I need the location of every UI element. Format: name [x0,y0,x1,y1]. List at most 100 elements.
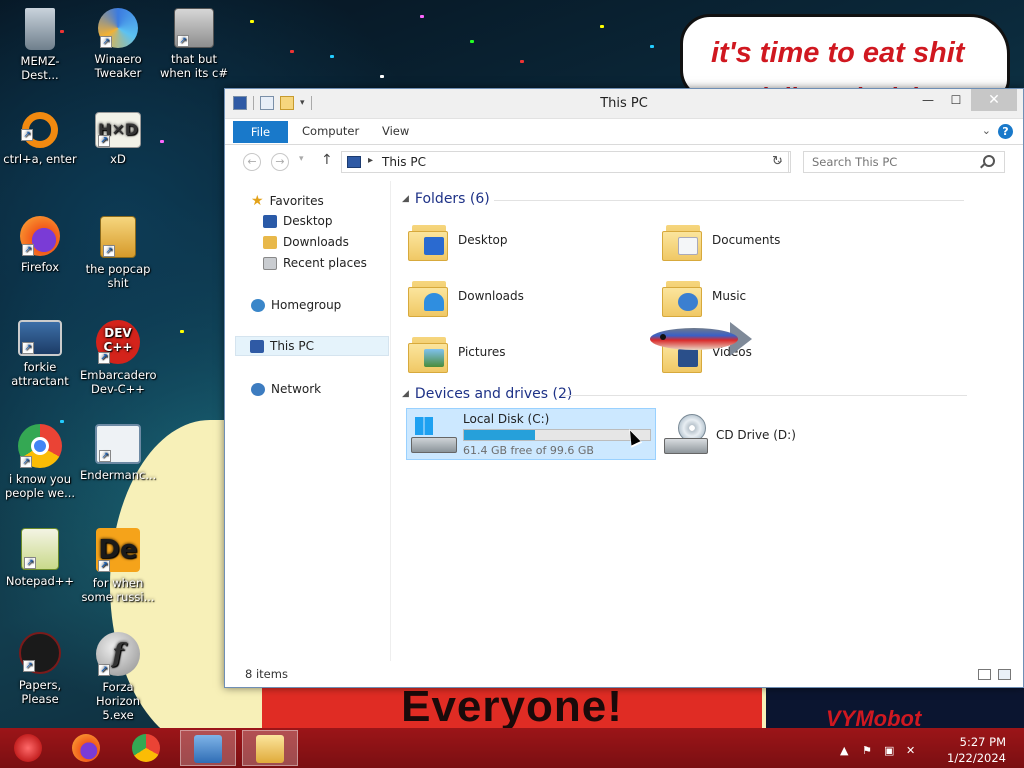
shortcut-arrow-icon: ↗ [98,135,110,147]
confetti [330,55,334,58]
title-bar[interactable]: ▾ This PC — ☐ ✕ [225,89,1023,119]
taskbar-file-explorer[interactable] [242,730,298,766]
confetti [160,140,164,143]
show-hidden-icons-icon[interactable]: ▲ [840,744,852,757]
maximize-button[interactable]: ☐ [943,89,969,111]
close-button[interactable]: ✕ [971,89,1017,111]
folders-group-header[interactable]: ◢ Folders (6) [402,191,964,207]
documents-folder-icon [662,219,706,263]
this-pc-icon [250,339,264,353]
nav-label: Recent places [283,256,367,270]
content-pane: ◢ Folders (6) Desktop Documents Download… [400,181,1020,661]
folder-label: Downloads [458,289,524,303]
tab-computer[interactable]: Computer [302,124,359,138]
desktop-icon-de[interactable]: De ↗ for when some russi... [80,528,156,604]
nav-desktop[interactable]: Desktop [263,214,333,228]
start-button[interactable] [0,730,56,766]
desktop-icon-memz[interactable]: MEMZ-Dest... [2,8,78,82]
folder-music[interactable]: Music [660,271,900,323]
recent-locations-icon[interactable]: ▾ [299,154,304,164]
shortcut-arrow-icon: ↗ [23,660,35,672]
volume-muted-icon[interactable]: ✕ [906,744,918,757]
help-icon[interactable]: ? [998,124,1013,139]
navigation-pane: ★ Favorites Desktop Downloads Recent pla… [225,181,391,661]
flash-icon: f ↗ [96,632,140,676]
collapse-icon[interactable]: ◢ [402,194,409,204]
folder-pictures[interactable]: Pictures [406,327,646,379]
desktop-icon-popcap[interactable]: ↗ the popcap shit [80,216,156,290]
confetti [470,40,474,43]
taskbar-firefox[interactable] [58,730,114,766]
nav-network[interactable]: Network [251,382,321,396]
desktop-icon-forza[interactable]: f ↗ Forza Horizon 5.exe [80,632,156,722]
control-panel-icon [194,735,222,763]
nav-recent-places[interactable]: Recent places [263,256,367,270]
desktop-icon-label: Winaero Tweaker [94,52,142,80]
confetti [180,330,184,333]
expand-ribbon-icon[interactable]: ⌄ [982,124,991,137]
system-tray: ▲ ⚑ ▣ ✕ 5:27 PM 1/22/2024 [832,732,1012,765]
drive-cd-d[interactable]: CD Drive (D:) [660,408,860,460]
desktop-icon-that-but-when[interactable]: ↗ that but when its c# [156,8,232,80]
desktop-icon-firefox[interactable]: ↗ Firefox [2,216,78,274]
ribbon: File Computer View ⌄ ? [225,119,1023,145]
folder-documents[interactable]: Documents [660,215,900,267]
breadcrumb-this-pc[interactable]: This PC [382,155,426,169]
nav-this-pc[interactable]: This PC [235,336,389,356]
neon-sign: VYMobot [766,688,1024,731]
collapse-icon[interactable]: ◢ [402,389,409,399]
nav-homegroup[interactable]: Homegroup [251,298,341,312]
desktop-icon-devcpp[interactable]: DEV C++ ↗ Embarcadero Dev-C++ [80,320,157,396]
breadcrumb-separator-icon[interactable]: ▸ [368,155,373,166]
desktop-icon-papers-please[interactable]: ↗ Papers, Please [2,632,78,706]
desktop-icon-notepadpp[interactable]: ↗ Notepad++ [2,528,78,588]
desktop-icon-ctrl-a[interactable]: ↗ ctrl+a, enter [2,112,78,166]
address-bar[interactable]: ▸ This PC ⌄ [341,151,791,173]
search-icon[interactable] [983,155,995,167]
taskbar-control-panel[interactable] [180,730,236,766]
nav-label: Homegroup [271,298,342,312]
back-button[interactable]: ← [243,153,261,171]
shortcut-arrow-icon: ↗ [22,342,34,354]
shortcut-arrow-icon: ↗ [100,36,112,48]
tab-view[interactable]: View [382,124,409,138]
clock-time[interactable]: 5:27 PM [946,735,1006,749]
action-center-flag-icon[interactable]: ⚑ [862,744,874,757]
desktop-icon-chrome[interactable]: ↗ i know you people we... [2,424,78,500]
desktop-icon-endermanch[interactable]: ↗ Endermanc... [80,424,156,482]
folder-downloads[interactable]: Downloads [406,271,646,323]
window-title: This PC [600,96,648,111]
confetti [600,25,604,28]
network-icon [251,382,265,396]
taskbar-chrome[interactable] [118,730,174,766]
shortcut-arrow-icon: ↗ [22,244,34,256]
nav-downloads[interactable]: Downloads [263,235,349,249]
confetti [520,60,524,63]
desktop-icon-forkie[interactable]: ↗ forkie attractant [2,320,78,388]
desktop-icon-xd[interactable]: H✕D ↗ xD [80,112,156,166]
folder-label: Documents [712,233,781,247]
nav-label: Desktop [283,214,333,228]
nav-favorites[interactable]: ★ Favorites [251,193,324,209]
desktop-icon-winaero[interactable]: ↗ Winaero Tweaker [80,8,156,80]
minimize-button[interactable]: — [915,89,941,111]
details-view-icon[interactable] [978,669,991,680]
refresh-button[interactable]: ↻ [767,151,789,173]
devices-group-header[interactable]: ◢ Devices and drives (2) [402,386,967,402]
drive-local-disk-c[interactable]: Local Disk (C:) 61.4 GB free of 99.6 GB [406,408,656,460]
folder-desktop[interactable]: Desktop [406,215,646,267]
clock-date[interactable]: 1/22/2024 [936,751,1006,765]
up-button[interactable]: ↑ [321,152,333,168]
nav-label: This PC [270,339,314,353]
search-input[interactable] [803,151,1005,173]
window-icon: ↗ [95,424,141,464]
desktop-icon-label: Endermanc... [80,468,157,482]
large-icons-view-icon[interactable] [998,669,1011,680]
network-icon[interactable]: ▣ [884,744,896,757]
chrome-icon: ↗ [18,424,62,468]
forward-button[interactable]: → [271,153,289,171]
tab-file[interactable]: File [233,121,288,143]
orange-ring-icon: ↗ [21,112,58,148]
pictures-folder-icon [408,331,452,375]
downloads-folder-icon [408,275,452,319]
